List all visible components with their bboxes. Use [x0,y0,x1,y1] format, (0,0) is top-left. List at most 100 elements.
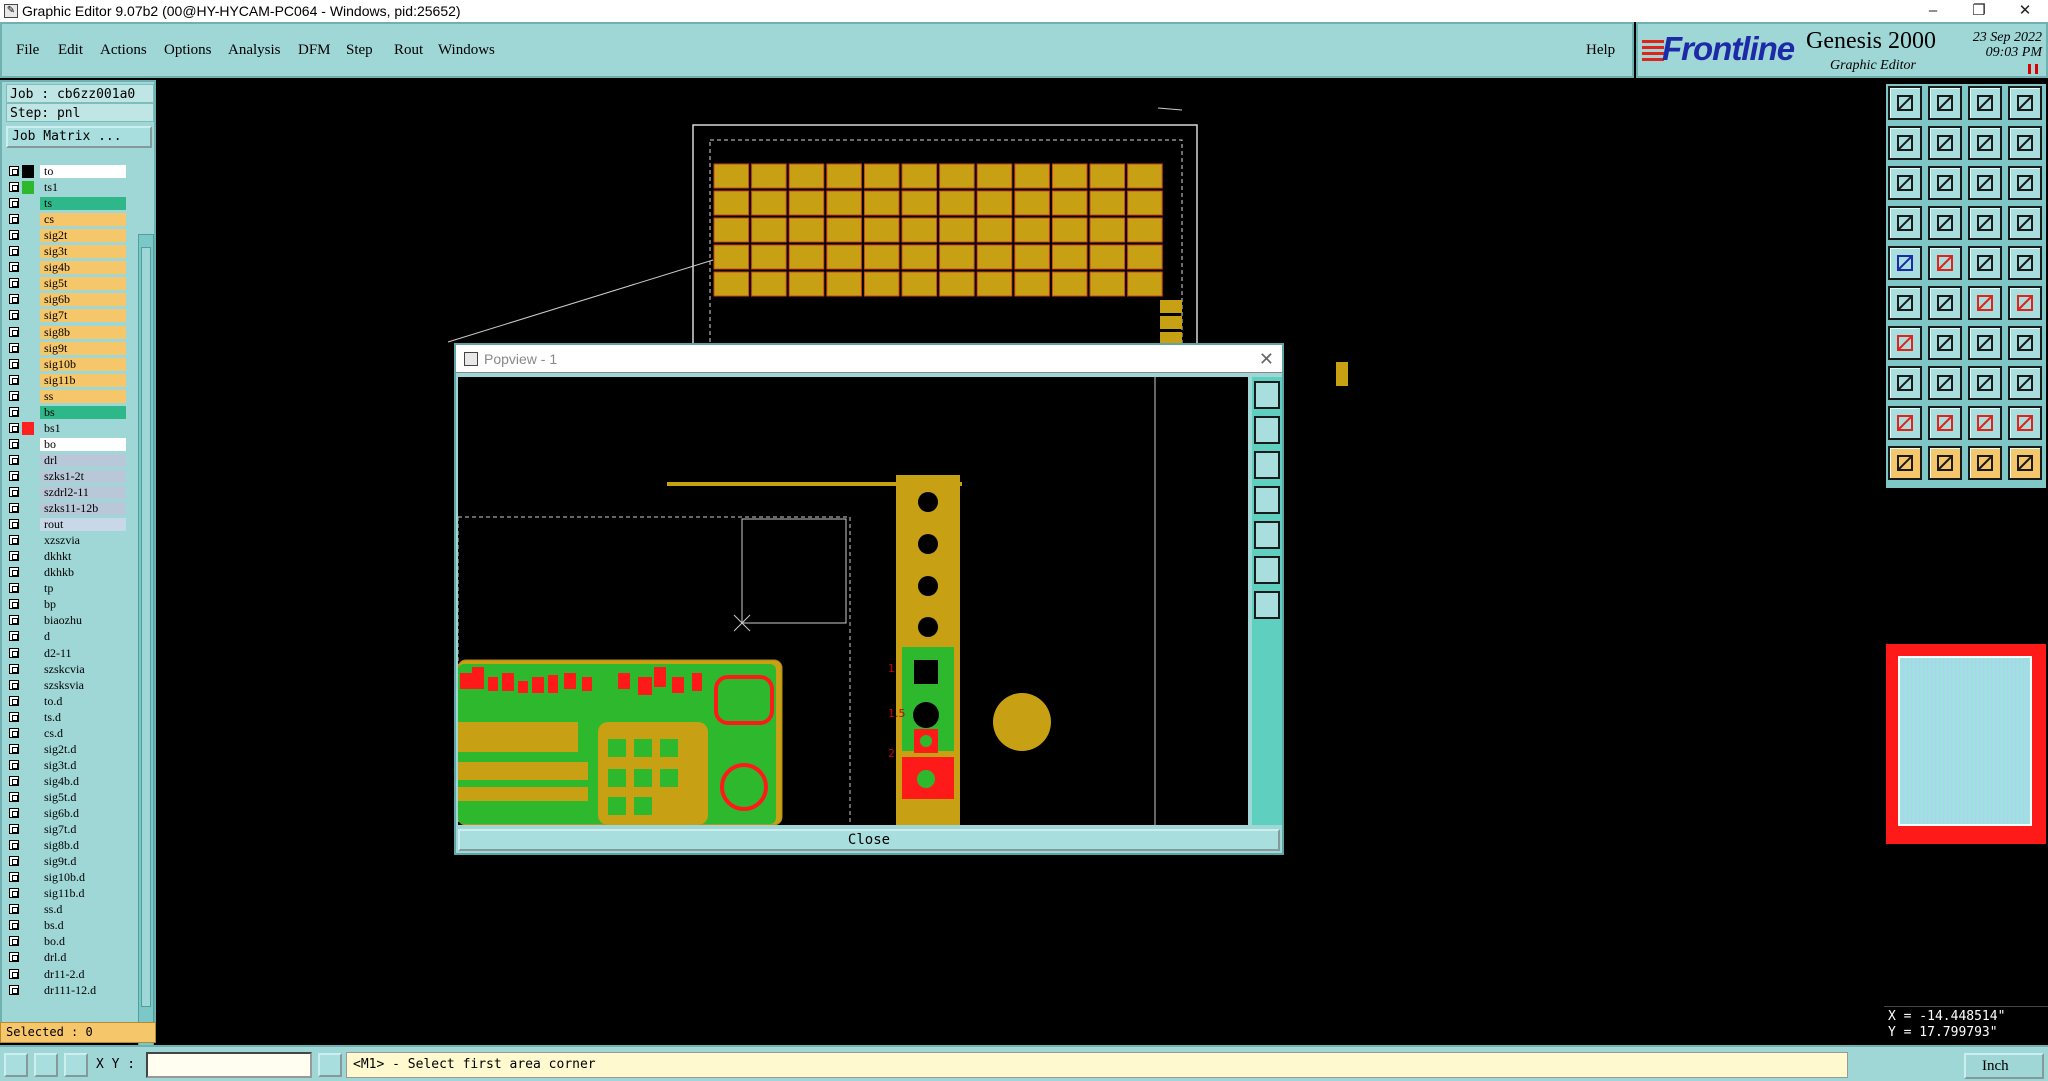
layer-checkbox[interactable] [9,727,19,738]
layer-name[interactable]: sig7t [40,309,126,323]
layer-name[interactable]: sig3t [40,245,126,259]
layer-row[interactable]: bo.d [6,934,128,949]
layer-color-swatch[interactable] [22,389,34,403]
layer-checkbox[interactable] [9,759,19,770]
layer-name[interactable]: bs1 [40,421,126,435]
layer-color-swatch[interactable] [22,293,34,307]
layer-checkbox[interactable] [9,888,19,899]
layer-row[interactable]: szdrl2-11 [6,485,128,500]
home-icon[interactable] [1968,86,2002,120]
box-icon[interactable] [1968,366,2002,400]
popview-tool-icon[interactable] [1254,591,1280,619]
layer-row[interactable]: ts [6,196,128,211]
layer-color-swatch[interactable] [22,518,34,532]
layer-checkbox[interactable] [9,920,19,931]
popview-tool-icon[interactable] [1254,416,1280,444]
layer-color-swatch[interactable] [22,421,34,435]
save-job-icon[interactable] [1928,86,1962,120]
menu-step[interactable]: Step [346,42,373,59]
layer-name[interactable]: drl.d [40,951,126,965]
layer-name[interactable]: biaozhu [40,614,126,628]
layer-row[interactable]: sig4b.d [6,774,128,789]
layer-scrollbar[interactable] [138,234,154,1081]
layer-row[interactable]: sig11b [6,373,128,388]
symbol-icon[interactable] [2008,326,2042,360]
layer-row[interactable]: sig8b.d [6,838,128,853]
layer-row[interactable]: to.d [6,694,128,709]
layer-checkbox[interactable] [9,326,19,337]
layer-row[interactable]: sig3t [6,244,128,259]
layer-name[interactable]: bs [40,405,126,419]
pointer2-icon[interactable] [1928,446,1962,480]
layer-name[interactable]: sig4b [40,261,126,275]
layer-color-swatch[interactable] [22,662,34,676]
pointer3-icon[interactable] [1968,446,2002,480]
layer-color-swatch[interactable] [22,919,34,933]
peak3-icon[interactable] [1968,406,2002,440]
center-icon[interactable] [1928,166,1962,200]
layer-color-swatch[interactable] [22,983,34,997]
layer-color-swatch[interactable] [22,165,34,178]
layer-name[interactable]: bs.d [40,919,126,933]
xy-input[interactable] [146,1052,312,1078]
layer-row[interactable]: rout [6,517,128,532]
minus-icon[interactable] [1928,366,1962,400]
connect-icon[interactable] [2008,286,2042,320]
layer-color-swatch[interactable] [22,598,34,612]
layer-name[interactable]: szsksvia [40,678,126,692]
zoom-out-icon[interactable] [1928,126,1962,160]
layer-name[interactable]: ss [40,389,126,403]
layer-color-swatch[interactable] [22,903,34,917]
layer-name[interactable]: sig11b [40,373,126,387]
snap-icon[interactable] [4,1053,28,1077]
fill-icon[interactable] [2008,366,2042,400]
peak4-icon[interactable] [2008,406,2042,440]
layer-checkbox[interactable] [9,438,19,449]
layer-checkbox[interactable] [9,503,19,514]
layer-color-swatch[interactable] [22,566,34,580]
layer-color-swatch[interactable] [22,710,34,724]
layer-name[interactable]: xzszvia [40,534,126,548]
layer-row[interactable]: bs [6,405,128,420]
layer-color-swatch[interactable] [22,341,34,355]
layer-checkbox[interactable] [9,824,19,835]
layer-row[interactable]: ss [6,389,128,404]
layer-color-swatch[interactable] [22,582,34,596]
layer-name[interactable]: sig6b [40,293,126,307]
layer-name[interactable]: dkhkt [40,550,126,564]
layer-name[interactable]: sig11b.d [40,887,126,901]
slash-icon[interactable] [1928,326,1962,360]
layer-row[interactable]: bs.d [6,918,128,933]
layer-name[interactable]: sig9t.d [40,855,126,869]
layer-color-swatch[interactable] [22,502,34,516]
help-icon[interactable] [2008,166,2042,200]
layer-color-swatch[interactable] [22,774,34,788]
layer-checkbox[interactable] [9,904,19,915]
layer-name[interactable]: d2-11 [40,646,126,660]
measure-icon[interactable] [34,1053,58,1077]
layer-row[interactable]: sig2t.d [6,742,128,757]
layer-checkbox[interactable] [9,615,19,626]
layer-color-swatch[interactable] [22,967,34,981]
layer-row[interactable]: sig7t.d [6,822,128,837]
layer-checkbox[interactable] [9,599,19,610]
layer-name[interactable]: sig10b [40,357,126,371]
layer-color-swatch[interactable] [22,277,34,291]
layer-color-swatch[interactable] [22,887,34,901]
popview-tool-icon[interactable] [1254,556,1280,584]
layer-scrollbar-thumb[interactable] [141,247,151,1007]
layer-checkbox[interactable] [9,470,19,481]
popview-tool-icon[interactable] [1254,381,1280,409]
layer-color-swatch[interactable] [22,758,34,772]
layer-name[interactable]: ts1 [40,181,126,195]
copy-icon[interactable] [1968,286,2002,320]
move-icon[interactable] [1888,286,1922,320]
layer-row[interactable]: sig11b.d [6,886,128,901]
layer-checkbox[interactable] [9,551,19,562]
layer-checkbox[interactable] [9,294,19,305]
layer-checkbox[interactable] [9,791,19,802]
layer-color-swatch[interactable] [22,534,34,548]
popview-tool-icon[interactable] [1254,521,1280,549]
layer-checkbox[interactable] [9,262,19,273]
layer-color-swatch[interactable] [22,630,34,644]
